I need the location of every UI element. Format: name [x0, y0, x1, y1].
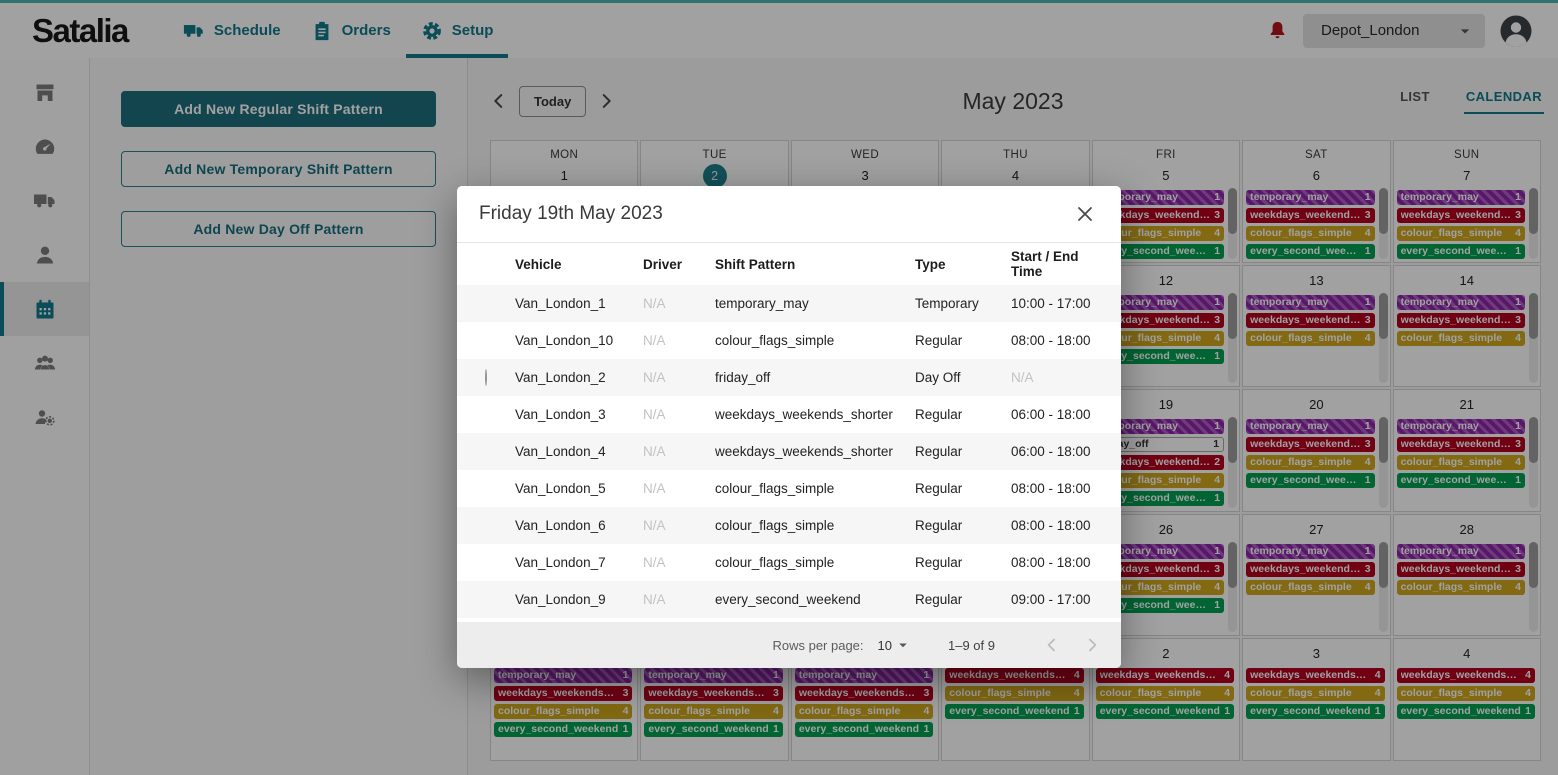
- pagination-next-button[interactable]: [1079, 632, 1105, 658]
- shift-pattern-cell: colour_flags_simple: [715, 555, 915, 570]
- vehicle-cell: Van_London_4: [515, 444, 643, 459]
- shift-pattern-cell: colour_flags_simple: [715, 481, 915, 496]
- vehicle-cell: Van_London_9: [515, 592, 643, 607]
- modal-table-body: Van_London_1N/Atemporary_mayTemporary10:…: [457, 285, 1121, 618]
- row-color-dot-cell: [485, 370, 487, 385]
- vehicle-cell: Van_London_3: [515, 407, 643, 422]
- shift-pattern-cell: colour_flags_simple: [715, 518, 915, 533]
- driver-cell: N/A: [643, 333, 715, 348]
- type-cell: Temporary: [915, 296, 1011, 311]
- table-row[interactable]: Van_London_9N/Aevery_second_weekendRegul…: [457, 581, 1121, 618]
- type-cell: Regular: [915, 481, 1011, 496]
- vehicle-cell: Van_London_7: [515, 555, 643, 570]
- driver-cell: N/A: [643, 518, 715, 533]
- vehicle-cell: Van_London_2: [515, 370, 643, 385]
- time-cell: 08:00 - 18:00: [1011, 555, 1103, 570]
- type-cell: Regular: [915, 555, 1011, 570]
- column-header-start-end-time: Start / End Time: [1011, 249, 1103, 279]
- driver-cell: N/A: [643, 444, 715, 459]
- shift-pattern-cell: every_second_weekend: [715, 592, 915, 607]
- modal-title: Friday 19th May 2023: [479, 203, 663, 225]
- type-cell: Regular: [915, 333, 1011, 348]
- shift-pattern-cell: friday_off: [715, 370, 915, 385]
- driver-cell: N/A: [643, 481, 715, 496]
- driver-cell: N/A: [643, 407, 715, 422]
- shift-pattern-cell: colour_flags_simple: [715, 333, 915, 348]
- rows-per-page-value: 10: [878, 638, 892, 653]
- modal-table-header: VehicleDriverShift PatternTypeStart / En…: [457, 243, 1121, 285]
- rows-per-page-label: Rows per page:: [772, 638, 863, 653]
- close-icon[interactable]: [1071, 200, 1099, 228]
- vehicle-cell: Van_London_6: [515, 518, 643, 533]
- pagination-previous-button[interactable]: [1039, 632, 1065, 658]
- type-cell: Regular: [915, 518, 1011, 533]
- time-cell: 06:00 - 18:00: [1011, 444, 1103, 459]
- type-cell: Regular: [915, 592, 1011, 607]
- type-cell: Regular: [915, 407, 1011, 422]
- table-row[interactable]: Van_London_6N/Acolour_flags_simpleRegula…: [457, 507, 1121, 544]
- driver-cell: N/A: [643, 592, 715, 607]
- time-cell: 08:00 - 18:00: [1011, 333, 1103, 348]
- table-row[interactable]: Van_London_5N/Acolour_flags_simpleRegula…: [457, 470, 1121, 507]
- shift-color-dot: [485, 369, 487, 386]
- time-cell: 08:00 - 18:00: [1011, 518, 1103, 533]
- driver-cell: N/A: [643, 296, 715, 311]
- time-cell: 10:00 - 17:00: [1011, 296, 1103, 311]
- driver-cell: N/A: [643, 370, 715, 385]
- rows-per-page-select[interactable]: 10: [878, 636, 912, 654]
- table-row[interactable]: Van_London_4N/Aweekdays_weekends_shorter…: [457, 433, 1121, 470]
- time-cell: 08:00 - 18:00: [1011, 481, 1103, 496]
- table-row[interactable]: Van_London_10N/Acolour_flags_simpleRegul…: [457, 322, 1121, 359]
- vehicle-cell: Van_London_5: [515, 481, 643, 496]
- column-header-vehicle: Vehicle: [515, 257, 643, 272]
- table-row[interactable]: Van_London_1N/Atemporary_mayTemporary10:…: [457, 285, 1121, 322]
- column-header-shift-pattern: Shift Pattern: [715, 257, 915, 272]
- shift-pattern-cell: temporary_may: [715, 296, 915, 311]
- day-detail-modal: Friday 19th May 2023 VehicleDriverShift …: [457, 186, 1121, 668]
- column-header-driver: Driver: [643, 257, 715, 272]
- type-cell: Day Off: [915, 370, 1011, 385]
- shift-pattern-cell: weekdays_weekends_shorter: [715, 407, 915, 422]
- column-header-type: Type: [915, 257, 1011, 272]
- time-cell: N/A: [1011, 370, 1103, 385]
- type-cell: Regular: [915, 444, 1011, 459]
- table-row[interactable]: Van_London_2N/Afriday_offDay OffN/A: [457, 359, 1121, 396]
- vehicle-cell: Van_London_10: [515, 333, 643, 348]
- vehicle-cell: Van_London_1: [515, 296, 643, 311]
- driver-cell: N/A: [643, 555, 715, 570]
- modal-table-footer: Rows per page: 10 1–9 of 9: [457, 622, 1121, 668]
- time-cell: 06:00 - 18:00: [1011, 407, 1103, 422]
- table-row[interactable]: Van_London_3N/Aweekdays_weekends_shorter…: [457, 396, 1121, 433]
- chevron-down-icon: [894, 636, 912, 654]
- pagination-range: 1–9 of 9: [948, 638, 995, 653]
- modal-header: Friday 19th May 2023: [457, 186, 1121, 243]
- shift-pattern-cell: weekdays_weekends_shorter: [715, 444, 915, 459]
- time-cell: 09:00 - 17:00: [1011, 592, 1103, 607]
- table-row[interactable]: Van_London_7N/Acolour_flags_simpleRegula…: [457, 544, 1121, 581]
